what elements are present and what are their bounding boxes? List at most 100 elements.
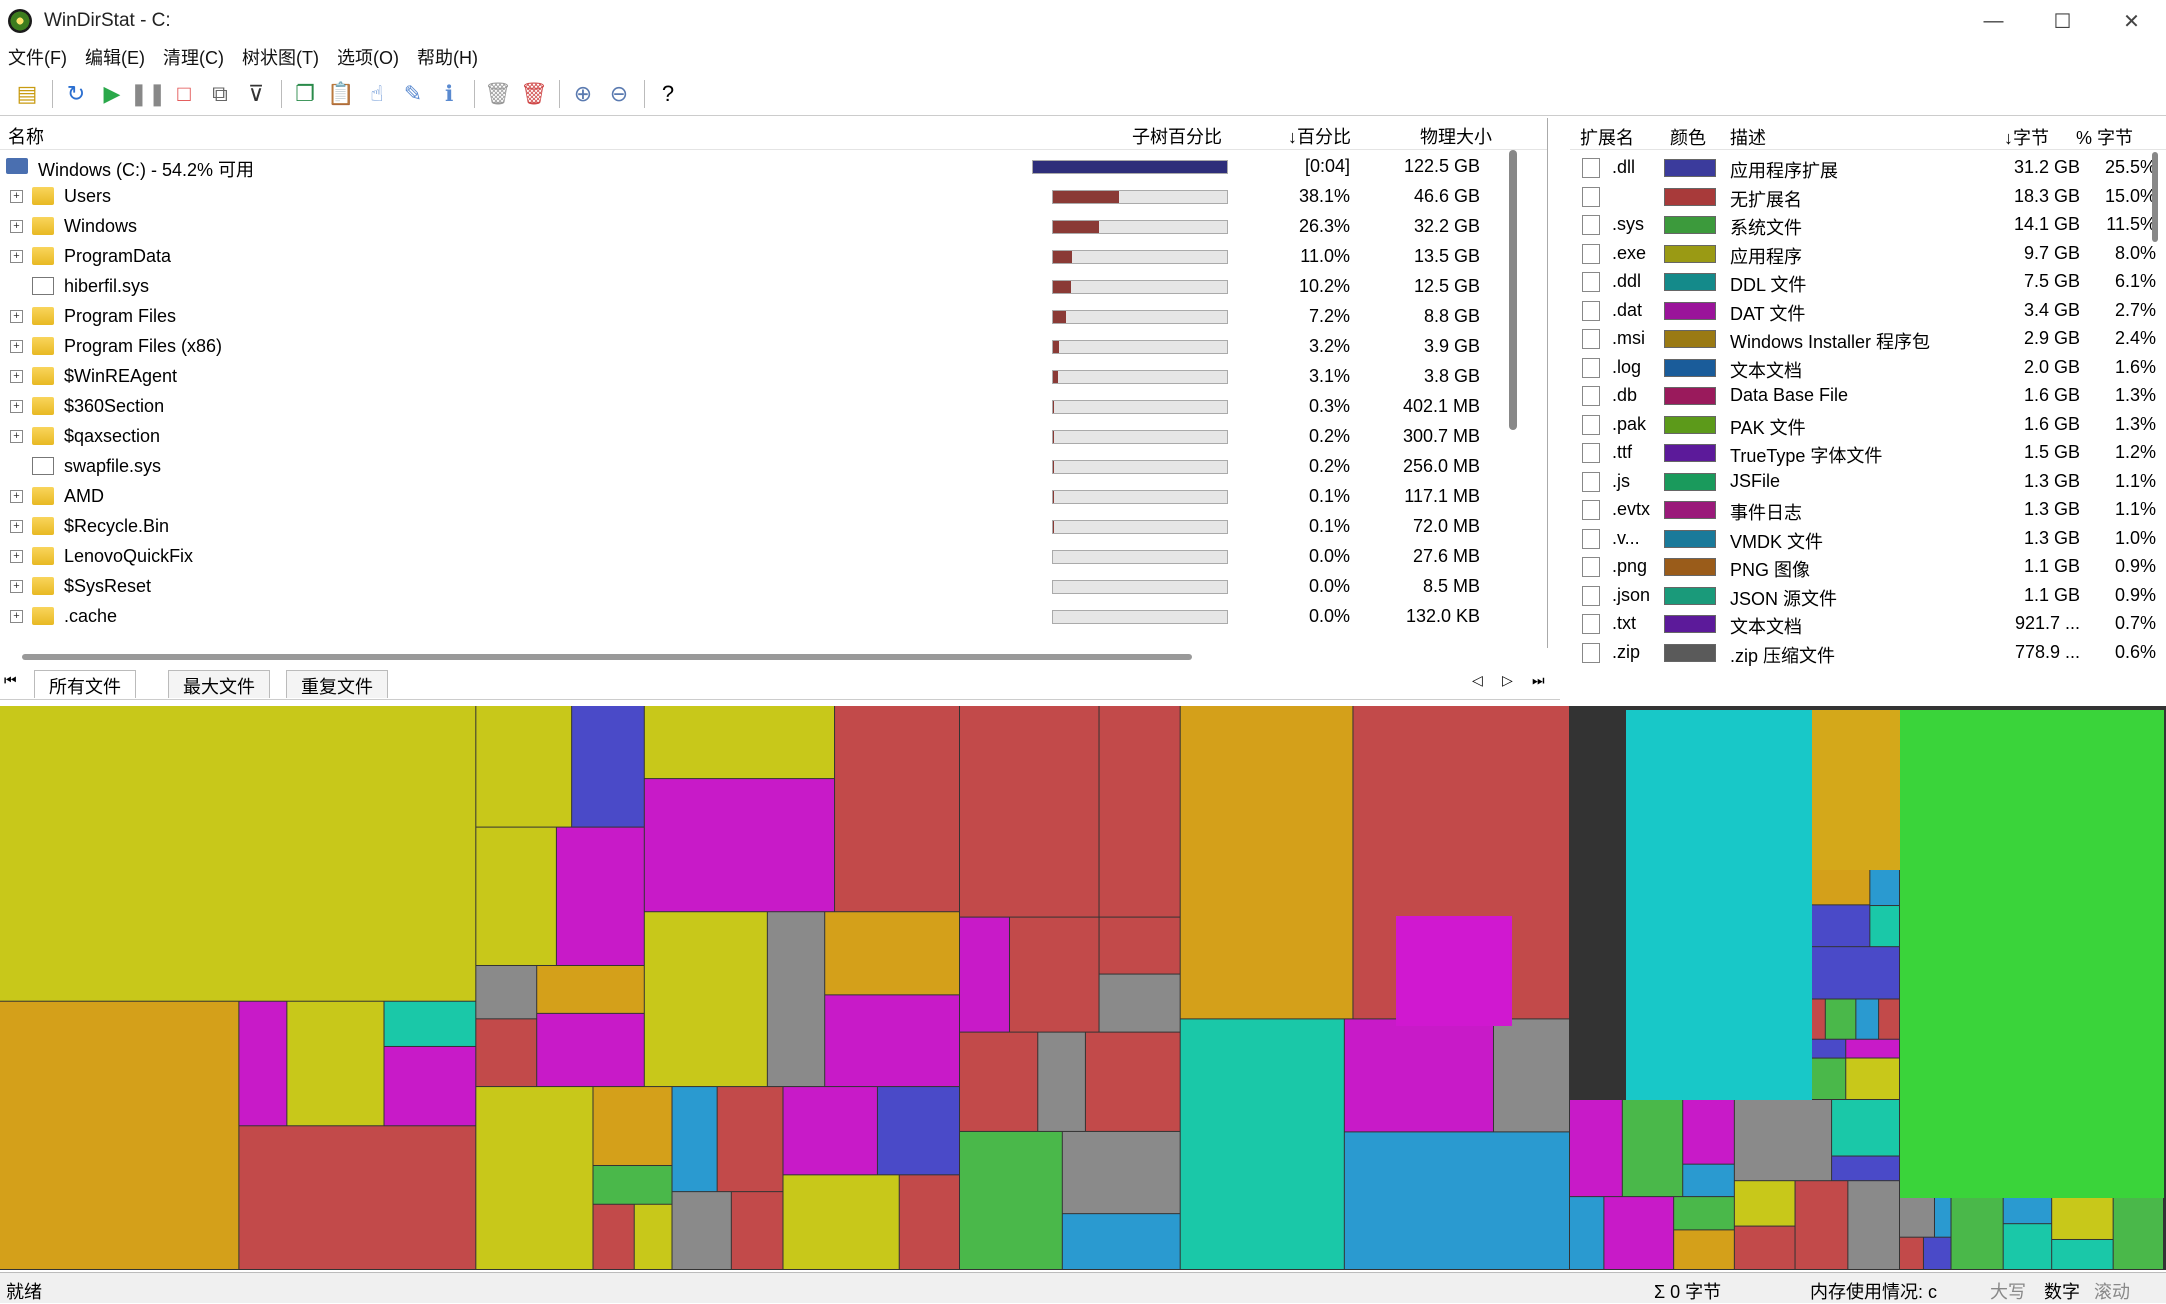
treemap-tile[interactable] (1344, 1132, 1569, 1269)
menu-options[interactable]: 选项(O) (329, 44, 409, 70)
properties-icon[interactable]: ℹ (432, 77, 466, 111)
expand-icon[interactable]: + (10, 190, 23, 203)
treemap-tile[interactable] (1570, 1100, 1622, 1197)
treemap-tile[interactable] (537, 965, 644, 1013)
tree-row[interactable]: + Users 38.1% 46.6 GB (0, 182, 1540, 212)
treemap-tile[interactable] (476, 1019, 537, 1087)
treemap-tile[interactable] (1812, 905, 1870, 947)
ext-row[interactable]: .pak PAK 文件 1.6 GB 1.3% (1570, 411, 2160, 439)
ext-row[interactable]: .v... VMDK 文件 1.3 GB 1.0% (1570, 525, 2160, 553)
treemap-tile[interactable] (556, 827, 644, 965)
treemap-tile[interactable] (1622, 1100, 1683, 1197)
treemap-tile[interactable] (1180, 706, 1353, 1019)
treemap-tile[interactable] (644, 912, 767, 1087)
ext-row[interactable]: .evtx 事件日志 1.3 GB 1.1% (1570, 496, 2160, 524)
treemap-tile[interactable] (1683, 1100, 1734, 1164)
tree-row[interactable]: + .cache 0.0% 132.0 KB (0, 602, 1540, 632)
ext-row[interactable]: .txt 文本文档 921.7 ... 0.7% (1570, 610, 2160, 638)
edit-icon[interactable]: ✎ (396, 77, 430, 111)
ext-row[interactable]: .msi Windows Installer 程序包 2.9 GB 2.4% (1570, 325, 2160, 353)
treemap-tile[interactable] (2113, 1198, 2163, 1269)
menu-cleanup[interactable]: 清理(C) (155, 44, 234, 70)
tab-largest-files[interactable]: 最大文件 (168, 670, 270, 698)
menu-help[interactable]: 帮助(H) (409, 44, 488, 70)
ext-vertical-scrollbar[interactable] (2152, 152, 2158, 242)
ext-row[interactable]: 无扩展名 18.3 GB 15.0% (1570, 183, 2160, 211)
treemap-tile[interactable] (1900, 1198, 1934, 1237)
treemap-tile[interactable] (1934, 1198, 1951, 1237)
tree-row[interactable]: + $Recycle.Bin 0.1% 72.0 MB (0, 512, 1540, 542)
treemap-tile[interactable] (1846, 1058, 1899, 1099)
treemap-tile[interactable] (476, 706, 572, 827)
expand-icon[interactable]: + (10, 250, 23, 263)
select-icon[interactable]: ☝ (360, 77, 394, 111)
treemap-tile[interactable] (1900, 710, 2164, 1198)
treemap-tile[interactable] (1825, 999, 1856, 1039)
treemap-tile[interactable] (644, 779, 835, 912)
help-button[interactable]: ? (651, 77, 685, 111)
tab-all-files[interactable]: 所有文件 (34, 670, 136, 698)
tree-row[interactable]: hiberfil.sys 10.2% 12.5 GB (0, 272, 1540, 302)
col-color[interactable]: 颜色 (1670, 124, 1706, 150)
zoom-in-icon[interactable]: ⊕ (566, 77, 600, 111)
treemap-tile[interactable] (835, 706, 959, 912)
treemap-tile[interactable] (1344, 1019, 1493, 1132)
tree-row[interactable]: + $SysReset 0.0% 8.5 MB (0, 572, 1540, 602)
tab-duplicate-files[interactable]: 重复文件 (286, 670, 388, 698)
ext-row[interactable]: .log 文本文档 2.0 GB 1.6% (1570, 354, 2160, 382)
expand-icon[interactable]: + (10, 310, 23, 323)
zoom-out-icon[interactable]: ⊖ (602, 77, 636, 111)
ext-row[interactable]: .js JSFile 1.3 GB 1.1% (1570, 468, 2160, 496)
treemap-tile[interactable] (1099, 974, 1180, 1032)
play-icon[interactable]: ▶ (95, 77, 129, 111)
col-size[interactable]: 物理大小 (1420, 123, 1492, 149)
filter-icon[interactable]: ⊽ (239, 77, 273, 111)
treemap-tile[interactable] (1795, 1181, 1848, 1269)
treemap-tile[interactable] (1062, 1214, 1180, 1269)
ext-row[interactable]: .dat DAT 文件 3.4 GB 2.7% (1570, 297, 2160, 325)
tree-vertical-scrollbar[interactable] (1509, 150, 1517, 570)
treemap-view[interactable] (0, 706, 2166, 1270)
treemap-tile[interactable] (1570, 1197, 1604, 1269)
expand-icon[interactable]: + (10, 520, 23, 533)
expand-icon[interactable]: + (10, 490, 23, 503)
tree-horizontal-scrollbar[interactable] (22, 654, 1192, 660)
pause-icon[interactable]: ❚❚ (130, 77, 167, 111)
treemap-tile[interactable] (717, 1087, 783, 1192)
ext-row[interactable]: .ddl DDL 文件 7.5 GB 6.1% (1570, 268, 2160, 296)
delete-icon[interactable]: 🗑 (517, 77, 551, 111)
treemap-tile[interactable] (1879, 999, 1899, 1039)
treemap-tile[interactable] (1900, 1237, 1923, 1269)
treemap-tile[interactable] (1062, 1131, 1180, 1214)
ext-row[interactable]: .db Data Base File 1.6 GB 1.3% (1570, 382, 2160, 410)
treemap-tile[interactable] (899, 1175, 959, 1269)
tab-next-icon[interactable]: ▷ (1502, 672, 1513, 689)
treemap-canvas[interactable] (0, 706, 2166, 1270)
treemap-tile[interactable] (1951, 1198, 2003, 1269)
treemap-tile[interactable] (287, 1001, 384, 1126)
col-bytes[interactable]: ↓字节 (2004, 124, 2049, 150)
treemap-tile[interactable] (2003, 1198, 2052, 1224)
treemap-tile[interactable] (593, 1166, 672, 1204)
treemap-tile[interactable] (384, 1046, 476, 1126)
treemap-tile[interactable] (1812, 947, 1899, 999)
treemap-tile[interactable] (1085, 1032, 1180, 1131)
treemap-tile[interactable] (1180, 1019, 1344, 1269)
treemap-tile[interactable] (1812, 710, 1900, 870)
treemap-tile[interactable] (877, 1087, 959, 1175)
treemap-tile[interactable] (1812, 870, 1870, 905)
ext-row[interactable]: .sys 系统文件 14.1 GB 11.5% (1570, 211, 2160, 239)
treemap-tile[interactable] (1870, 906, 1899, 947)
treemap-tile[interactable] (1734, 1181, 1795, 1226)
treemap-tile[interactable] (960, 917, 1009, 1032)
treemap-tile[interactable] (572, 706, 644, 827)
treemap-tile[interactable] (0, 706, 476, 1001)
treemap-tile[interactable] (1604, 1197, 1674, 1269)
col-ext[interactable]: 扩展名 (1580, 124, 1634, 150)
copy-icon[interactable]: ❐ (288, 77, 322, 111)
treemap-tile[interactable] (634, 1204, 672, 1269)
treemap-tile[interactable] (1674, 1230, 1734, 1269)
tree-row[interactable]: + $WinREAgent 3.1% 3.8 GB (0, 362, 1540, 392)
close-button[interactable]: ✕ (2097, 0, 2166, 42)
treemap-tile[interactable] (1832, 1156, 1899, 1181)
